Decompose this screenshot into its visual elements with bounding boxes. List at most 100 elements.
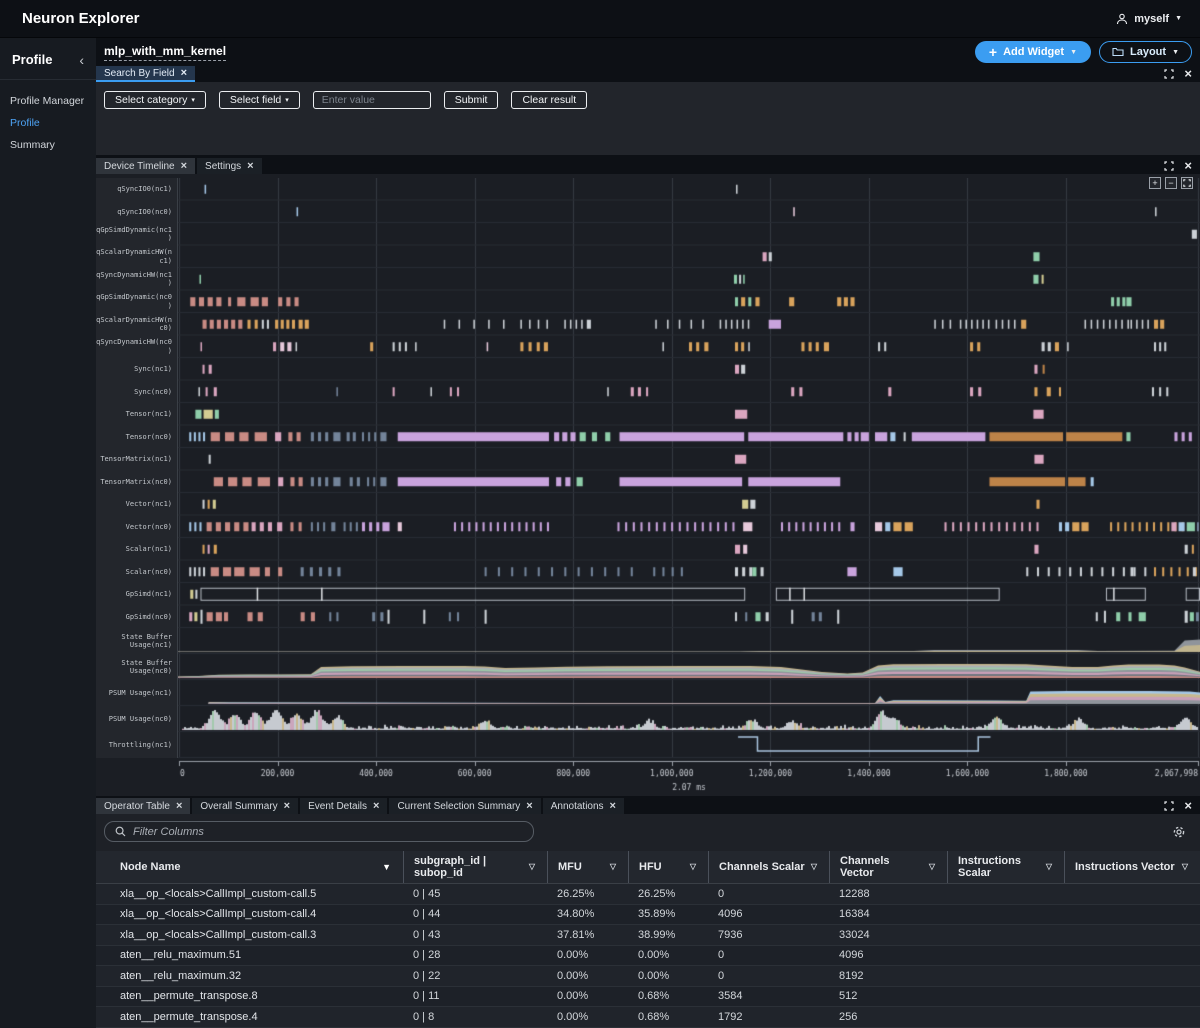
tab-label: Device Timeline [104, 161, 175, 172]
timeline-row-label: qGpSimdDynamic(nc1) [96, 223, 177, 246]
filter-columns-field[interactable] [104, 821, 534, 842]
sidebar-item-summary[interactable]: Summary [0, 134, 96, 156]
sidebar-collapse-icon[interactable]: ‹ [79, 55, 84, 65]
chevron-down-icon: ▼ [1172, 49, 1179, 56]
column-header-node-name[interactable]: Node Name ▼ [96, 851, 403, 883]
filter-icon[interactable]: ▽ [811, 861, 817, 873]
table-cell: aten__relu_maximum.51 [96, 949, 403, 961]
search-panel-tab-bar: Search By Field× × [96, 66, 1200, 82]
tab-label: Settings [205, 161, 241, 172]
tab-label: Event Details [308, 801, 367, 812]
filter-icon[interactable]: ▽ [610, 861, 616, 873]
tab-close-icon[interactable]: × [181, 68, 187, 78]
clear-result-button[interactable]: Clear result [511, 91, 587, 109]
timeline-zoom-controls: + − [1149, 177, 1193, 189]
select-category-button[interactable]: Select category ▾ [104, 91, 206, 109]
column-label: Node Name [120, 861, 185, 873]
zoom-out-button[interactable]: − [1165, 177, 1177, 189]
timeline-row-label: qSyncIO0(nc0) [96, 201, 177, 224]
table-row[interactable]: aten__permute_transpose.40 | 80.00%0.68%… [96, 1007, 1200, 1028]
tab-close-icon[interactable]: × [284, 801, 290, 811]
timeline-tabs: Device Timeline × Settings × [96, 158, 264, 174]
filter-icon[interactable]: ▽ [690, 861, 696, 873]
table-cell: 4096 [708, 908, 829, 920]
tab-close-icon[interactable]: × [247, 161, 253, 171]
table-row[interactable]: aten__permute_transpose.80 | 110.00%0.68… [96, 987, 1200, 1008]
column-header-instructions-scalar[interactable]: Instructions Scalar▽ [947, 851, 1064, 883]
timeline-row-label: qSyncDynamicHW(nc0) [96, 336, 177, 359]
filter-icon[interactable]: ▽ [1182, 861, 1188, 873]
select-field-label: Select field [230, 94, 281, 106]
column-header-hfu[interactable]: HFU ▽ [628, 851, 708, 883]
add-widget-button[interactable]: + Add Widget ▼ [975, 41, 1091, 63]
tab-search-by-field[interactable]: Search By Field× [96, 66, 195, 82]
expand-icon[interactable] [1164, 161, 1174, 171]
table-row[interactable]: xla__op_<locals>CallImpl_custom-call.30 … [96, 925, 1200, 946]
table-row[interactable]: aten__relu_maximum.510 | 280.00%0.00%040… [96, 946, 1200, 967]
expand-icon[interactable] [1164, 801, 1174, 811]
table-cell: 33024 [829, 929, 947, 941]
table-row[interactable]: aten__relu_maximum.320 | 220.00%0.00%081… [96, 966, 1200, 987]
column-label: HFU [639, 861, 666, 873]
table-cell: 0 | 28 [403, 949, 547, 961]
table-cell: 34.80% [547, 908, 628, 920]
tab-event-details[interactable]: Event Details × [300, 798, 387, 814]
user-menu[interactable]: myself ▼ [1116, 13, 1182, 25]
tab-settings[interactable]: Settings × [197, 158, 262, 174]
column-header-instructions-vector[interactable]: Instructions Vector▽ [1064, 851, 1200, 883]
zoom-in-button[interactable]: + [1149, 177, 1161, 189]
tab-close-icon[interactable]: × [181, 161, 187, 171]
timeline-body: + − qSyncIO0(nc1)qSyncIO0(nc0)qGpSimdDyn… [96, 174, 1200, 796]
timeline-row-label: Vector(nc0) [96, 516, 177, 539]
timeline-row-label: PSUM Usage(nc0) [96, 706, 177, 732]
user-icon [1116, 13, 1128, 25]
column-header-channels-vector[interactable]: Channels Vector▽ [829, 851, 947, 883]
select-field-button[interactable]: Select field ▾ [219, 91, 300, 109]
sidebar-item-profile[interactable]: Profile [0, 112, 96, 134]
tab-annotations[interactable]: Annotations× [543, 798, 624, 814]
table-row[interactable]: xla__op_<locals>CallImpl_custom-call.50 … [96, 884, 1200, 905]
filter-icon[interactable]: ▽ [1046, 861, 1052, 873]
device-timeline-chart[interactable] [178, 178, 1200, 796]
zoom-fit-button[interactable] [1181, 177, 1193, 189]
table-cell: 0 [708, 949, 829, 961]
column-header-subgraph-id-subop-id[interactable]: subgraph_id | subop_id▽ [403, 851, 547, 883]
sidebar-item-profile-manager[interactable]: Profile Manager [0, 90, 96, 112]
column-header-mfu[interactable]: MFU▽ [547, 851, 628, 883]
sidebar-title: Profile [12, 52, 52, 67]
tab-close-icon[interactable]: × [610, 801, 616, 811]
table-row[interactable]: xla__op_<locals>CallImpl_custom-call.40 … [96, 905, 1200, 926]
filter-icon[interactable]: ▽ [529, 861, 535, 873]
close-icon[interactable]: × [1184, 69, 1192, 79]
search-icon [115, 826, 126, 837]
table-cell: 0 [708, 970, 829, 982]
submit-button[interactable]: Submit [444, 91, 499, 109]
table-cell: 0 | 44 [403, 908, 547, 920]
search-panel-tabs: Search By Field× [96, 66, 197, 82]
sort-icon[interactable]: ▼ [382, 861, 391, 873]
layout-button[interactable]: Layout ▼ [1099, 41, 1192, 63]
tab-current-selection-summary[interactable]: Current Selection Summary× [389, 798, 540, 814]
filter-icon[interactable]: ▽ [929, 861, 935, 873]
tab-close-icon[interactable]: × [373, 801, 379, 811]
tab-close-icon[interactable]: × [176, 801, 182, 811]
timeline-row-label: Sync(nc0) [96, 381, 177, 404]
gear-icon[interactable] [1172, 825, 1186, 839]
close-icon[interactable]: × [1184, 161, 1192, 171]
tab-close-icon[interactable]: × [526, 801, 532, 811]
tab-overall-summary[interactable]: Overall Summary× [192, 798, 298, 814]
value-input[interactable] [313, 91, 431, 109]
table-cell: 0.00% [547, 949, 628, 961]
filter-columns-input[interactable] [133, 826, 523, 838]
main-area: mlp_with_mm_kernel + Add Widget ▼ Layout… [96, 38, 1200, 1028]
chevron-down-icon: ▼ [1175, 15, 1182, 22]
sidebar-nav: Profile ManagerProfileSummary [0, 80, 96, 156]
column-header-channels-scalar[interactable]: Channels Scalar▽ [708, 851, 829, 883]
close-icon[interactable]: × [1184, 801, 1192, 811]
column-label: Instructions Vector [1075, 861, 1179, 873]
page-title[interactable]: mlp_with_mm_kernel [104, 44, 226, 61]
tab-operator-table[interactable]: Operator Table× [96, 798, 190, 814]
expand-icon[interactable] [1164, 69, 1174, 79]
tab-device-timeline[interactable]: Device Timeline × [96, 158, 195, 174]
table-cell: 1792 [708, 1011, 829, 1023]
